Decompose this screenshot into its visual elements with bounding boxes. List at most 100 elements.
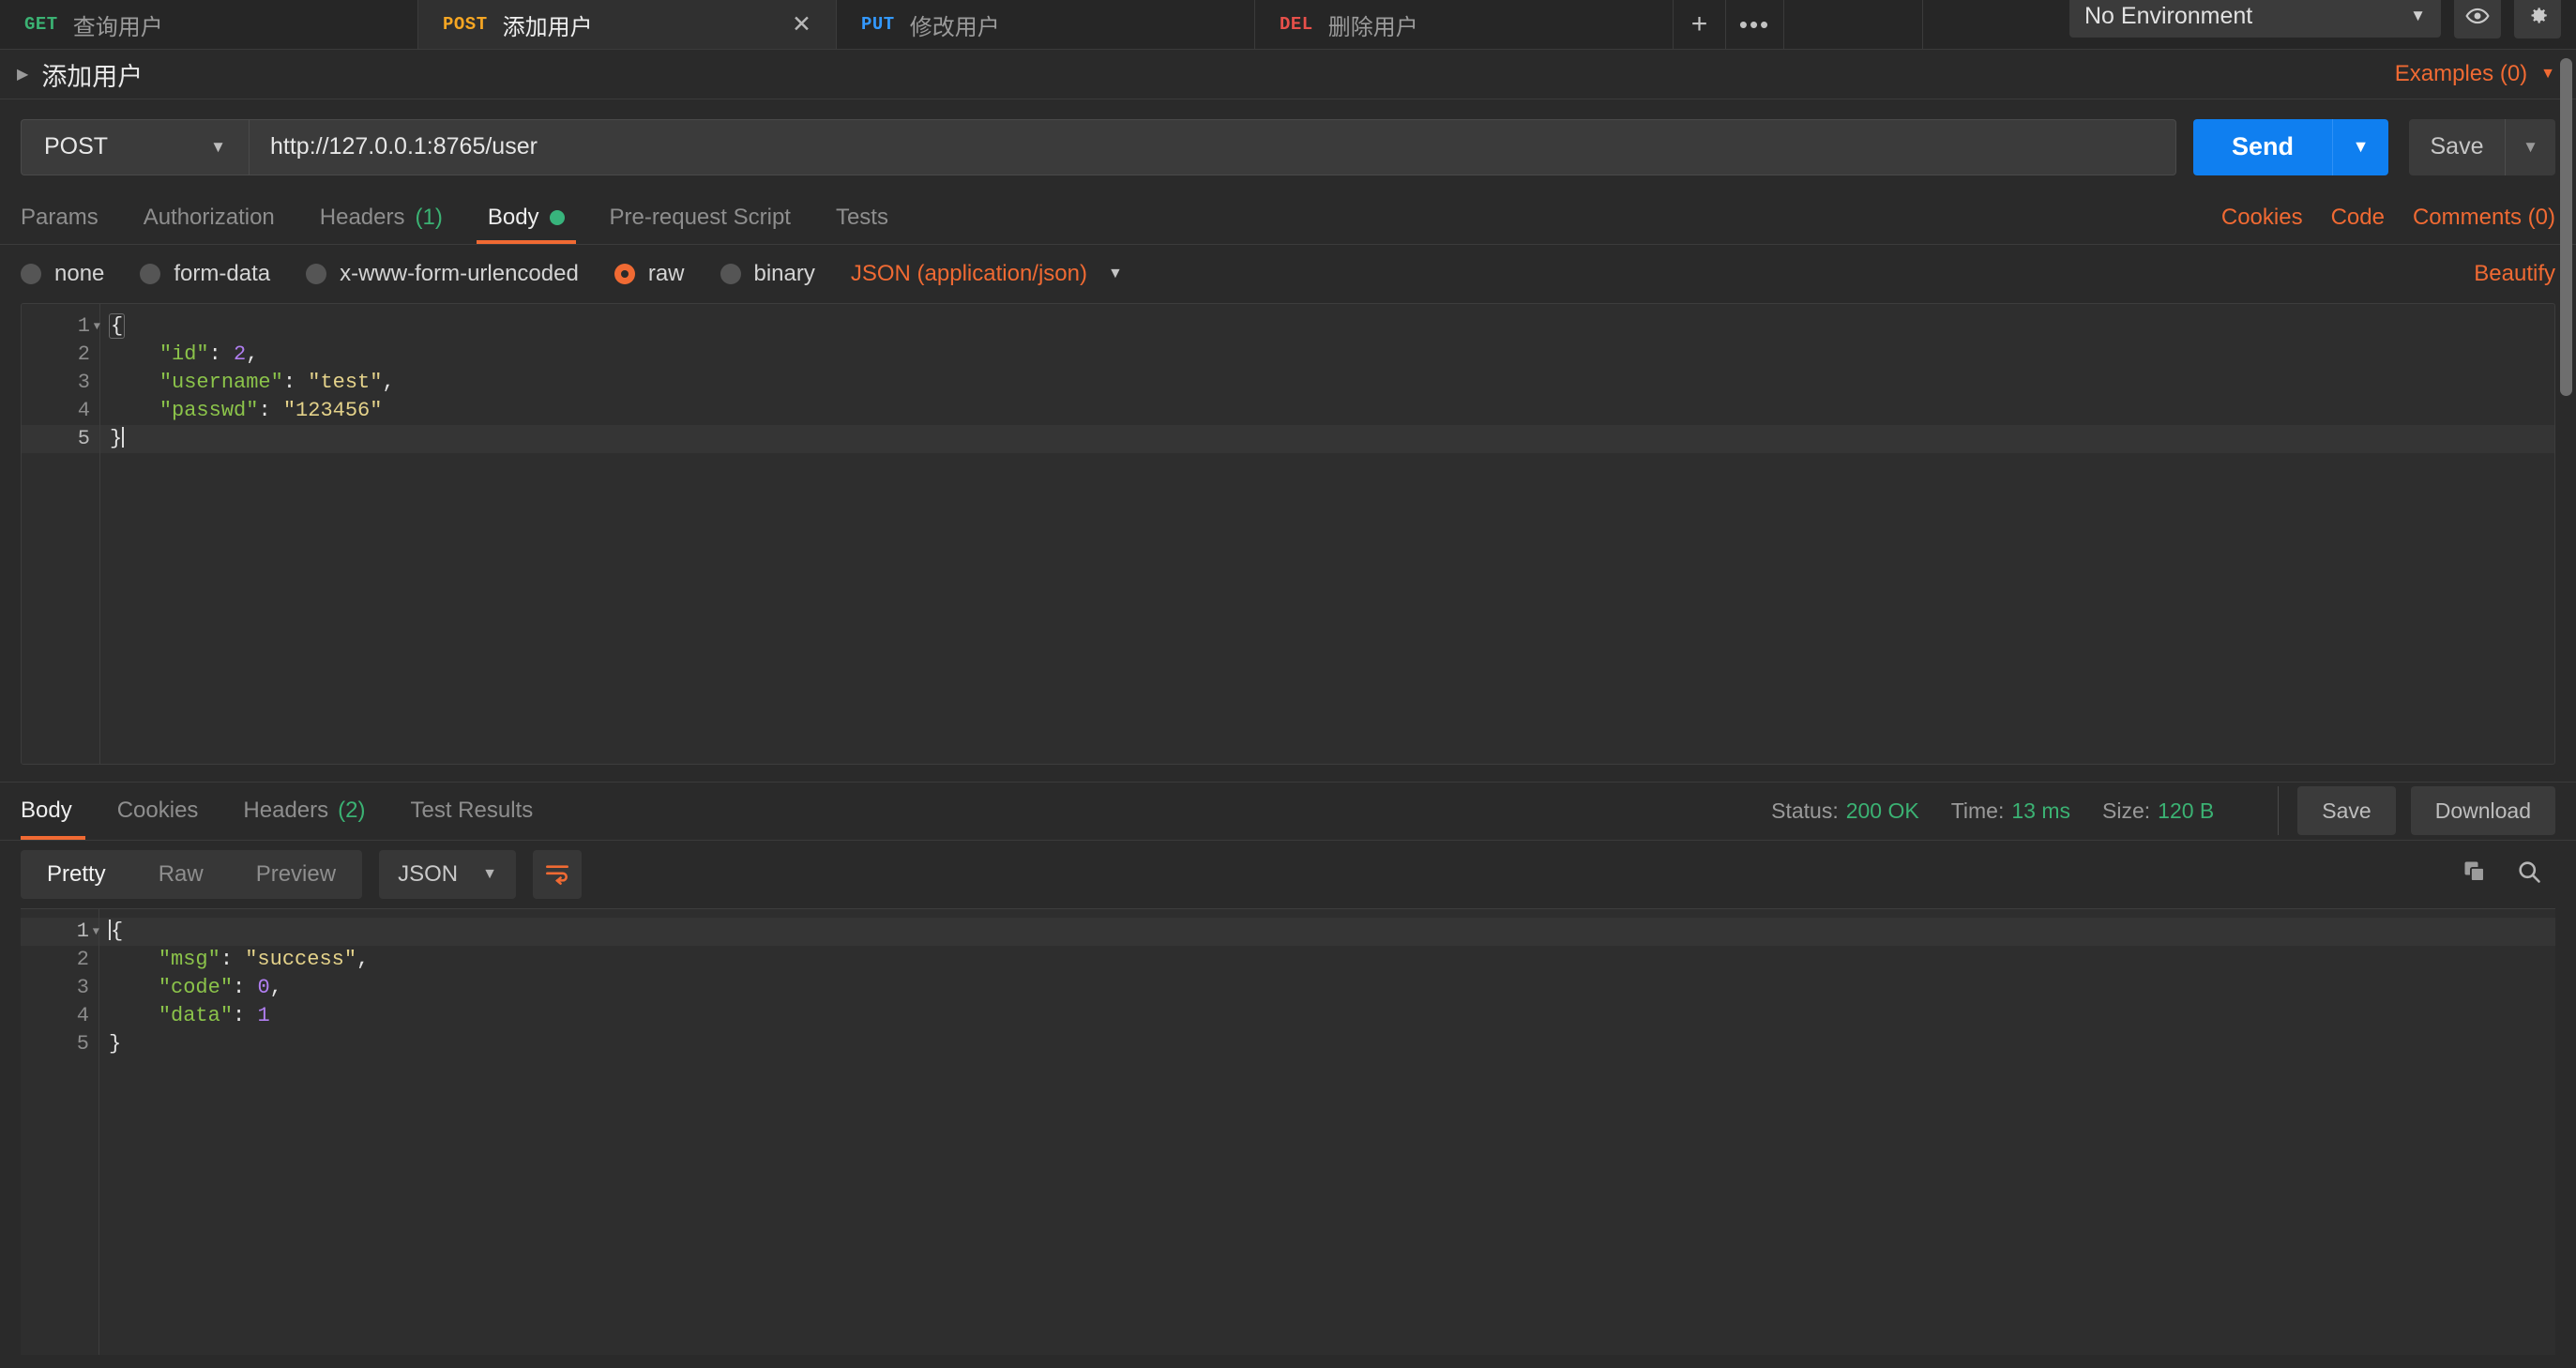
request-tab-del[interactable]: DEL 删除用户 <box>1255 0 1674 49</box>
response-tab-headers[interactable]: Headers (2) <box>220 783 387 840</box>
time-badge: Time:13 ms <box>1951 798 2070 824</box>
download-response-button[interactable]: Download <box>2411 786 2555 835</box>
view-raw-button[interactable]: Raw <box>132 850 230 899</box>
response-tab-test-results[interactable]: Test Results <box>387 783 555 840</box>
response-body-editor[interactable]: 1▼ 2 3 4 5 { "msg": "success", "code": 0… <box>21 908 2555 1368</box>
gear-icon[interactable] <box>2514 0 2561 38</box>
postman-window: GET 查询用户 POST 添加用户 ✕ PUT 修改用户 DEL 删除用户 +… <box>0 0 2576 1368</box>
tab-authorization[interactable]: Authorization <box>121 190 297 244</box>
response-tools <box>2462 859 2555 889</box>
search-icon[interactable] <box>2516 859 2542 889</box>
examples-dropdown[interactable]: Examples (0) ▼ <box>2395 61 2555 87</box>
line-number: 1▼ <box>22 312 99 341</box>
save-options-icon[interactable]: ▼ <box>2505 119 2555 175</box>
tab-label: Headers <box>320 205 405 231</box>
code-link[interactable]: Code <box>2331 205 2385 231</box>
url-value: http://127.0.0.1:8765/user <box>270 133 538 160</box>
tab-headers[interactable]: Headers (1) <box>297 190 465 244</box>
tab-count: (1) <box>416 205 443 231</box>
chevron-down-icon: ▼ <box>1108 266 1123 282</box>
new-tab-button[interactable]: + <box>1674 0 1726 49</box>
line-number: 1▼ <box>21 918 98 946</box>
tab-tests[interactable]: Tests <box>813 190 911 244</box>
tab-label: Body <box>488 205 539 231</box>
code-line: "passwd": "123456" <box>100 397 2554 425</box>
code-line: { <box>100 312 2554 341</box>
response-tab-cookies[interactable]: Cookies <box>95 783 221 840</box>
request-code-area[interactable]: { "id": 2, "username": "test", "passwd":… <box>100 304 2554 764</box>
request-tab-put[interactable]: PUT 修改用户 <box>837 0 1255 49</box>
line-number: 3 <box>21 974 98 1002</box>
close-icon[interactable]: ✕ <box>754 13 811 37</box>
tab-options-icon[interactable]: ••• <box>1726 0 1784 49</box>
body-type-none[interactable]: none <box>21 261 104 287</box>
url-input[interactable]: http://127.0.0.1:8765/user <box>249 119 2176 175</box>
tab-label: Test Results <box>410 798 533 824</box>
eye-icon[interactable] <box>2454 0 2501 38</box>
copy-icon[interactable] <box>2462 859 2488 889</box>
view-preview-button[interactable]: Preview <box>230 850 362 899</box>
body-type-form-data[interactable]: form-data <box>140 261 270 287</box>
tab-pre-request-script[interactable]: Pre-request Script <box>587 190 813 244</box>
examples-label: Examples (0) <box>2395 61 2527 87</box>
environment-select[interactable]: No Environment ▼ <box>2069 0 2441 38</box>
body-type-row: none form-data x-www-form-urlencoded raw… <box>0 245 2576 303</box>
send-button[interactable]: Send <box>2193 119 2332 175</box>
response-format-value: JSON <box>398 861 458 888</box>
request-tab-post[interactable]: POST 添加用户 ✕ <box>418 0 837 49</box>
body-type-label: raw <box>648 261 685 287</box>
view-pretty-button[interactable]: Pretty <box>21 850 132 899</box>
bottom-strip <box>0 1355 2576 1368</box>
fold-icon: ▼ <box>94 312 100 341</box>
response-code-area[interactable]: { "msg": "success", "code": 0, "data": 1… <box>99 909 2555 1368</box>
chevron-down-icon: ▼ <box>2540 66 2555 83</box>
tab-title: 添加用户 <box>503 8 593 41</box>
body-type-binary[interactable]: binary <box>720 261 815 287</box>
request-pane-scrollbar[interactable] <box>2560 58 2572 396</box>
tab-method-label: PUT <box>861 14 895 35</box>
response-format-select[interactable]: JSON ▼ <box>379 850 516 899</box>
line-number: 2 <box>21 946 98 974</box>
cookies-link[interactable]: Cookies <box>2221 205 2303 231</box>
response-tab-body[interactable]: Body <box>21 783 95 840</box>
request-tab-bar: GET 查询用户 POST 添加用户 ✕ PUT 修改用户 DEL 删除用户 +… <box>0 0 2576 50</box>
comments-link[interactable]: Comments (0) <box>2413 205 2555 231</box>
body-type-raw[interactable]: raw <box>614 261 685 287</box>
content-type-select[interactable]: JSON (application/json) ▼ <box>851 261 1123 287</box>
beautify-button[interactable]: Beautify <box>2474 261 2555 287</box>
body-type-urlencoded[interactable]: x-www-form-urlencoded <box>306 261 579 287</box>
response-meta: Status:200 OK Time:13 ms Size:120 B Save… <box>1771 786 2555 835</box>
body-type-label: none <box>54 261 104 287</box>
tab-label: Pre-request Script <box>610 205 791 231</box>
line-number: 5 <box>21 1030 98 1058</box>
content-type-value: JSON (application/json) <box>851 261 1087 287</box>
chevron-down-icon: ▼ <box>2410 7 2426 25</box>
tab-method-label: DEL <box>1280 14 1313 35</box>
send-options-icon[interactable]: ▼ <box>2332 119 2388 175</box>
word-wrap-icon[interactable] <box>533 850 582 899</box>
radio-icon <box>140 264 160 284</box>
tab-body[interactable]: Body <box>465 190 587 244</box>
code-line: } <box>99 1030 2555 1058</box>
request-body-editor[interactable]: 1▼ 2 3 4 5 { "id": 2, "username": "test"… <box>21 303 2555 765</box>
tabbar-spacer <box>1784 0 1923 49</box>
code-line: "id": 2, <box>100 341 2554 369</box>
tab-label: Tests <box>836 205 888 231</box>
save-request-button[interactable]: Save <box>2409 119 2505 175</box>
response-actions: Save Download <box>2278 786 2555 835</box>
request-name[interactable]: 添加用户 <box>41 56 143 93</box>
http-method-select[interactable]: POST ▼ <box>21 119 249 175</box>
chevron-right-icon[interactable]: ▶ <box>17 65 28 84</box>
save-response-button[interactable]: Save <box>2297 786 2395 835</box>
tab-params[interactable]: Params <box>21 190 121 244</box>
request-tab-get[interactable]: GET 查询用户 <box>0 0 418 49</box>
body-type-label: binary <box>754 261 815 287</box>
response-toolbar: Pretty Raw Preview JSON ▼ <box>0 841 2576 908</box>
save-button-group: Save ▼ <box>2409 119 2555 175</box>
fold-icon: ▼ <box>93 918 99 946</box>
tab-count: (2) <box>338 798 365 824</box>
environment-area: No Environment ▼ <box>2049 0 2576 49</box>
response-gutter: 1▼ 2 3 4 5 <box>21 909 99 1368</box>
code-line: "username": "test", <box>100 369 2554 397</box>
tab-title: 查询用户 <box>73 8 163 41</box>
